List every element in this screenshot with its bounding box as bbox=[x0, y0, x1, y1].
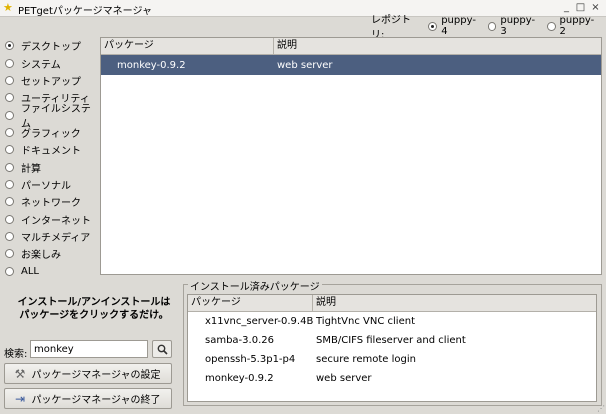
category-system[interactable]: システム bbox=[5, 54, 100, 71]
radio-icon[interactable] bbox=[5, 93, 14, 103]
maximize-button[interactable]: □ bbox=[574, 1, 587, 14]
radio-icon[interactable] bbox=[5, 231, 14, 241]
category-calculate[interactable]: 計算 bbox=[5, 158, 100, 175]
category-label: インターネット bbox=[21, 215, 91, 227]
package-name: monkey-0.9.2 bbox=[117, 59, 186, 71]
available-package-list[interactable]: パッケージ 説明 monkey-0.9.2 web server bbox=[100, 37, 602, 275]
table-row[interactable]: samba-3.0.26 SMB/CIFS fileserver and cli… bbox=[188, 331, 596, 350]
repo-option-puppy-3[interactable]: puppy-3 bbox=[487, 15, 540, 37]
radio-icon[interactable] bbox=[5, 197, 14, 207]
package-description: TightVnc VNC client bbox=[316, 316, 415, 327]
category-label: セットアップ bbox=[21, 76, 81, 88]
radio-icon[interactable] bbox=[5, 75, 14, 85]
radio-icon[interactable] bbox=[546, 21, 556, 31]
installed-packages-frame: インストール済みパッケージ パッケージ 説明 x11vnc_server-0.9… bbox=[183, 278, 602, 406]
category-label: システム bbox=[21, 59, 61, 71]
category-label: マルチメディア bbox=[21, 232, 91, 244]
category-fun[interactable]: お楽しみ bbox=[5, 245, 100, 262]
column-header-package[interactable]: パッケージ bbox=[101, 38, 274, 54]
repo-option-label: puppy-2 bbox=[559, 15, 595, 37]
category-network[interactable]: ネットワーク bbox=[5, 193, 100, 210]
category-multimedia[interactable]: マルチメディア bbox=[5, 228, 100, 245]
package-description: web server bbox=[277, 59, 333, 71]
category-label: 計算 bbox=[21, 163, 41, 175]
package-name: openssh-5.3p1-p4 bbox=[205, 354, 296, 365]
table-row[interactable]: openssh-5.3p1-p4 secure remote login bbox=[188, 350, 596, 369]
radio-icon[interactable] bbox=[5, 127, 14, 137]
settings-button[interactable]: ⚒ パッケージマネージャの設定 bbox=[4, 363, 172, 384]
repository-selector: レポジトリ: puppy-4 puppy-3 puppy-2 bbox=[371, 15, 606, 41]
category-label: デスクトップ bbox=[21, 42, 81, 54]
category-desktop[interactable]: デスクトップ bbox=[5, 37, 100, 54]
repo-option-puppy-2[interactable]: puppy-2 bbox=[546, 15, 599, 37]
radio-icon[interactable] bbox=[5, 179, 14, 189]
column-header-description[interactable]: 説明 bbox=[274, 38, 601, 54]
package-name: samba-3.0.26 bbox=[205, 335, 274, 346]
repo-option-puppy-4[interactable]: puppy-4 bbox=[428, 15, 480, 37]
list-header: パッケージ 説明 bbox=[188, 295, 596, 312]
minimize-button[interactable]: _ bbox=[560, 1, 573, 14]
radio-icon[interactable] bbox=[5, 145, 14, 155]
category-filesystem[interactable]: ファイルシステム bbox=[5, 104, 100, 130]
category-all[interactable]: ALL bbox=[5, 262, 100, 279]
search-button[interactable] bbox=[152, 340, 172, 358]
category-label: パーソナル bbox=[21, 180, 71, 192]
close-button[interactable]: × bbox=[589, 1, 602, 14]
column-header-description[interactable]: 説明 bbox=[313, 295, 596, 311]
category-internet[interactable]: インターネット bbox=[5, 210, 100, 227]
radio-icon[interactable] bbox=[487, 21, 497, 31]
column-header-package[interactable]: パッケージ bbox=[188, 295, 313, 311]
instructions-line-1: インストール/アンインストールは bbox=[17, 297, 171, 308]
table-row[interactable]: x11vnc_server-0.9.4B TightVnc VNC client bbox=[188, 312, 596, 331]
radio-icon[interactable] bbox=[5, 162, 14, 172]
exit-icon: ⇥ bbox=[14, 391, 26, 406]
radio-icon[interactable] bbox=[428, 21, 438, 31]
category-setup[interactable]: セットアップ bbox=[5, 72, 100, 89]
package-description: SMB/CIFS fileserver and client bbox=[316, 335, 466, 346]
radio-icon[interactable] bbox=[5, 249, 14, 259]
radio-icon[interactable] bbox=[5, 58, 14, 68]
window-title: PETgetパッケージマネージャ bbox=[18, 6, 152, 17]
quit-button[interactable]: ⇥ パッケージマネージャの終了 bbox=[4, 388, 172, 409]
category-label: お楽しみ bbox=[21, 250, 61, 262]
star-icon: ★ bbox=[3, 1, 13, 14]
search-label: 検索: bbox=[4, 349, 28, 360]
list-header: パッケージ 説明 bbox=[101, 38, 601, 55]
petget-window: ★ PETgetパッケージマネージャ _ □ × レポジトリ: puppy-4 … bbox=[0, 0, 606, 414]
radio-icon[interactable] bbox=[5, 41, 14, 51]
installed-package-list[interactable]: パッケージ 説明 x11vnc_server-0.9.4B TightVnc V… bbox=[187, 294, 597, 402]
package-name: x11vnc_server-0.9.4B bbox=[205, 316, 314, 327]
quit-button-label: パッケージマネージャの終了 bbox=[31, 395, 161, 406]
resize-grip-icon[interactable]: ⋰ bbox=[597, 404, 605, 413]
category-label: ネットワーク bbox=[21, 198, 81, 210]
wrench-icon: ⚒ bbox=[14, 366, 26, 381]
repo-option-label: puppy-4 bbox=[441, 15, 476, 37]
search-input[interactable] bbox=[30, 340, 148, 358]
table-row[interactable]: monkey-0.9.2 web server bbox=[188, 369, 596, 388]
settings-button-label: パッケージマネージャの設定 bbox=[31, 370, 161, 381]
package-name: monkey-0.9.2 bbox=[205, 373, 274, 384]
package-description: web server bbox=[316, 373, 372, 384]
radio-icon[interactable] bbox=[5, 266, 14, 276]
radio-icon[interactable] bbox=[5, 110, 14, 120]
category-label: グラフィック bbox=[21, 128, 81, 140]
package-description: secure remote login bbox=[316, 354, 416, 365]
category-list: デスクトップ システム セットアップ ユーティリティ ファイルシステム グラフィ… bbox=[5, 37, 100, 280]
table-row[interactable]: monkey-0.9.2 web server bbox=[101, 55, 601, 75]
category-label: ドキュメント bbox=[21, 146, 81, 158]
radio-icon[interactable] bbox=[5, 214, 14, 224]
search-icon bbox=[157, 344, 168, 355]
repo-option-label: puppy-3 bbox=[500, 15, 536, 37]
installed-frame-title: インストール済みパッケージ bbox=[188, 278, 322, 293]
instructions-text: インストール/アンインストールは パッケージをクリックするだけ。 bbox=[4, 296, 184, 322]
instructions-line-2: パッケージをクリックするだけ。 bbox=[19, 310, 169, 321]
category-document[interactable]: ドキュメント bbox=[5, 141, 100, 158]
category-label: ALL bbox=[21, 265, 39, 277]
category-personal[interactable]: パーソナル bbox=[5, 176, 100, 193]
